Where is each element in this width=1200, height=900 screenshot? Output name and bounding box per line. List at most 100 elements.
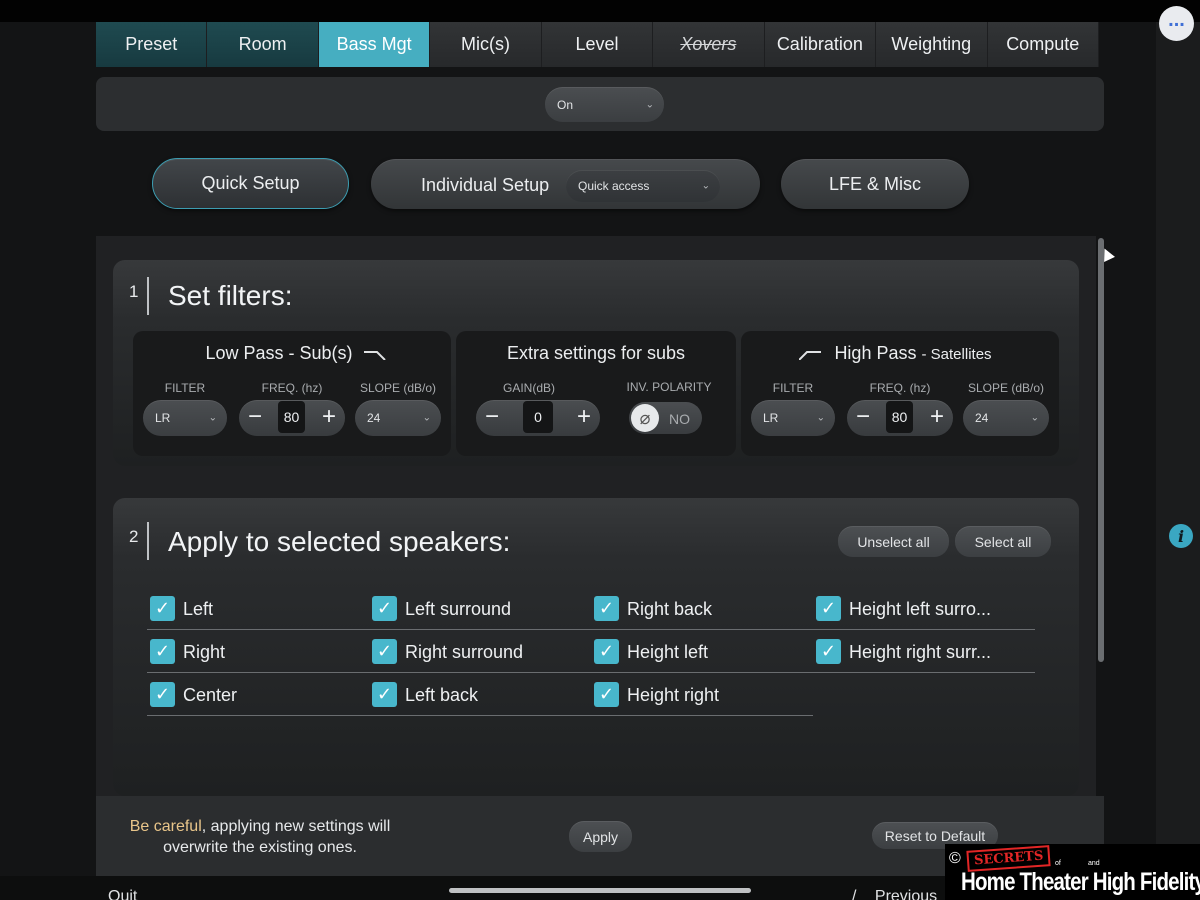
- hp-freq-decrease-button[interactable]: −: [856, 404, 870, 430]
- hp-slope-select[interactable]: 24 ⌄: [963, 400, 1049, 436]
- speaker-label: Height right: [627, 685, 720, 705]
- bass-management-select[interactable]: On ⌄: [545, 87, 664, 122]
- hp-freq-increase-button[interactable]: +: [930, 404, 944, 430]
- speaker-height-left[interactable]: ✓ Height left: [591, 631, 813, 673]
- home-indicator[interactable]: [449, 888, 751, 893]
- gain-decrease-button[interactable]: −: [485, 404, 499, 430]
- tab-preset[interactable]: Preset: [96, 22, 208, 67]
- lp-filter-label: FILTER: [164, 381, 206, 395]
- info-icon[interactable]: i: [1169, 524, 1193, 548]
- more-options-button[interactable]: ...: [1159, 6, 1194, 41]
- quick-access-label: Quick access: [578, 179, 650, 193]
- panel-scrollbar[interactable]: [1098, 238, 1104, 662]
- lp-freq-value[interactable]: 80: [278, 401, 305, 433]
- speaker-label: Left: [183, 599, 214, 619]
- speaker-height-left-surround[interactable]: ✓ Height left surro...: [813, 588, 1035, 630]
- checkbox-checked-icon[interactable]: ✓: [594, 682, 619, 707]
- speaker-label: Right surround: [405, 642, 524, 662]
- checkbox-checked-icon[interactable]: ✓: [594, 639, 619, 664]
- apply-button[interactable]: Apply: [569, 821, 632, 852]
- hp-filter-label: FILTER: [772, 381, 814, 395]
- speaker-right-surround[interactable]: ✓ Right surround: [369, 631, 591, 673]
- right-side-panel: [1156, 22, 1200, 880]
- speaker-height-right[interactable]: ✓ Height right: [591, 674, 813, 716]
- tab-room[interactable]: Room: [207, 22, 319, 67]
- lp-filter-select[interactable]: LR ⌄: [143, 400, 227, 436]
- speaker-left-surround[interactable]: ✓ Left surround: [369, 588, 591, 630]
- warning-highlight: Be careful: [129, 818, 202, 835]
- speaker-label: Left back: [405, 685, 479, 705]
- quit-button[interactable]: Quit: [108, 888, 137, 900]
- gain-label: GAIN(dB): [502, 381, 555, 395]
- low-pass-filter-icon: [364, 351, 386, 360]
- lp-slope-value: 24: [367, 411, 381, 425]
- tab-level[interactable]: Level: [541, 22, 654, 67]
- hp-filter-select[interactable]: LR ⌄: [751, 400, 835, 436]
- chevron-down-icon: ⌄: [645, 99, 654, 110]
- low-pass-title: Low Pass - Sub(s): [205, 343, 353, 363]
- low-pass-group: Low Pass - Sub(s) FILTER FREQ. (hz) SLOP…: [133, 331, 451, 456]
- inv-polarity-value: NO: [669, 411, 690, 427]
- tab-compute[interactable]: Compute: [987, 22, 1099, 67]
- previous-button[interactable]: / Previous: [852, 888, 937, 900]
- hp-freq-stepper: − 80 +: [847, 400, 953, 436]
- watermark-title: Home Theater High Fidelity: [961, 868, 1200, 896]
- tab-bass-mgt[interactable]: Bass Mgt: [318, 22, 431, 67]
- top-status-strip: [0, 0, 1200, 22]
- extra-settings-title: Extra settings for subs: [506, 343, 686, 363]
- checkbox-checked-icon[interactable]: ✓: [816, 596, 841, 621]
- speaker-left[interactable]: ✓ Left: [147, 588, 369, 630]
- checkbox-checked-icon[interactable]: ✓: [150, 639, 175, 664]
- section-2-number: 2: [129, 527, 139, 546]
- lp-freq-decrease-button[interactable]: −: [248, 404, 262, 430]
- speaker-label: Right back: [627, 599, 713, 619]
- watermark-of: of: [1055, 860, 1061, 867]
- speaker-center[interactable]: ✓ Center: [147, 674, 369, 716]
- unselect-all-button[interactable]: Unselect all: [838, 526, 949, 557]
- lfe-misc-button[interactable]: LFE & Misc: [781, 159, 969, 209]
- select-all-button[interactable]: Select all: [955, 526, 1051, 557]
- hp-slope-label: SLOPE (dB/o): [967, 381, 1045, 395]
- checkbox-checked-icon[interactable]: ✓: [594, 596, 619, 621]
- quick-setup-button[interactable]: Quick Setup: [152, 158, 349, 209]
- section-divider: [147, 522, 149, 560]
- speaker-left-back[interactable]: ✓ Left back: [369, 674, 591, 716]
- speaker-right[interactable]: ✓ Right: [147, 631, 369, 673]
- speaker-height-right-surround[interactable]: ✓ Height right surr...: [813, 631, 1035, 673]
- chevron-down-icon: ⌄: [816, 412, 825, 424]
- tab-mics[interactable]: Mic(s): [430, 22, 542, 67]
- inv-polarity-toggle[interactable]: ⌀ NO: [629, 402, 702, 434]
- chevron-down-icon: ⌄: [701, 180, 710, 192]
- speaker-right-back[interactable]: ✓ Right back: [591, 588, 813, 630]
- polarity-icon: ⌀: [631, 404, 659, 432]
- extra-settings-group: Extra settings for subs GAIN(dB) INV. PO…: [456, 331, 736, 456]
- tab-calibration[interactable]: Calibration: [764, 22, 877, 67]
- warning-message: Be careful, applying new settings will o…: [96, 816, 424, 858]
- gain-stepper: − 0 +: [476, 400, 600, 436]
- checkbox-checked-icon[interactable]: ✓: [150, 682, 175, 707]
- gain-value[interactable]: 0: [523, 401, 553, 433]
- section-1-number: 1: [129, 282, 139, 301]
- lp-slope-select[interactable]: 24 ⌄: [355, 400, 441, 436]
- previous-label: Previous: [874, 888, 938, 900]
- checkbox-checked-icon[interactable]: ✓: [150, 596, 175, 621]
- high-pass-subtitle: Satellites: [930, 346, 992, 363]
- individual-setup-label: Individual Setup: [421, 175, 550, 195]
- tab-xovers[interactable]: Xovers: [653, 22, 765, 67]
- gain-increase-button[interactable]: +: [577, 404, 591, 430]
- speaker-label: Left surround: [405, 599, 512, 619]
- lp-freq-increase-button[interactable]: +: [322, 404, 336, 430]
- checkbox-checked-icon[interactable]: ✓: [372, 682, 397, 707]
- checkbox-checked-icon[interactable]: ✓: [372, 596, 397, 621]
- tab-weighting[interactable]: Weighting: [876, 22, 988, 67]
- wizard-tabs: Preset Room Bass Mgt Mic(s) Level Xovers…: [96, 22, 1099, 67]
- watermark-logo: © SECRETS of and Home Theater High Fidel…: [945, 844, 1200, 900]
- hp-freq-value[interactable]: 80: [886, 401, 913, 433]
- checkbox-checked-icon[interactable]: ✓: [816, 639, 841, 664]
- quick-access-select[interactable]: Quick access ⌄: [566, 170, 720, 202]
- warning-text: , applying new settings will: [201, 818, 391, 835]
- bass-management-value: On: [557, 97, 574, 112]
- lp-freq-stepper: − 80 +: [239, 400, 345, 436]
- checkbox-checked-icon[interactable]: ✓: [372, 639, 397, 664]
- copyright-symbol: ©: [949, 850, 961, 867]
